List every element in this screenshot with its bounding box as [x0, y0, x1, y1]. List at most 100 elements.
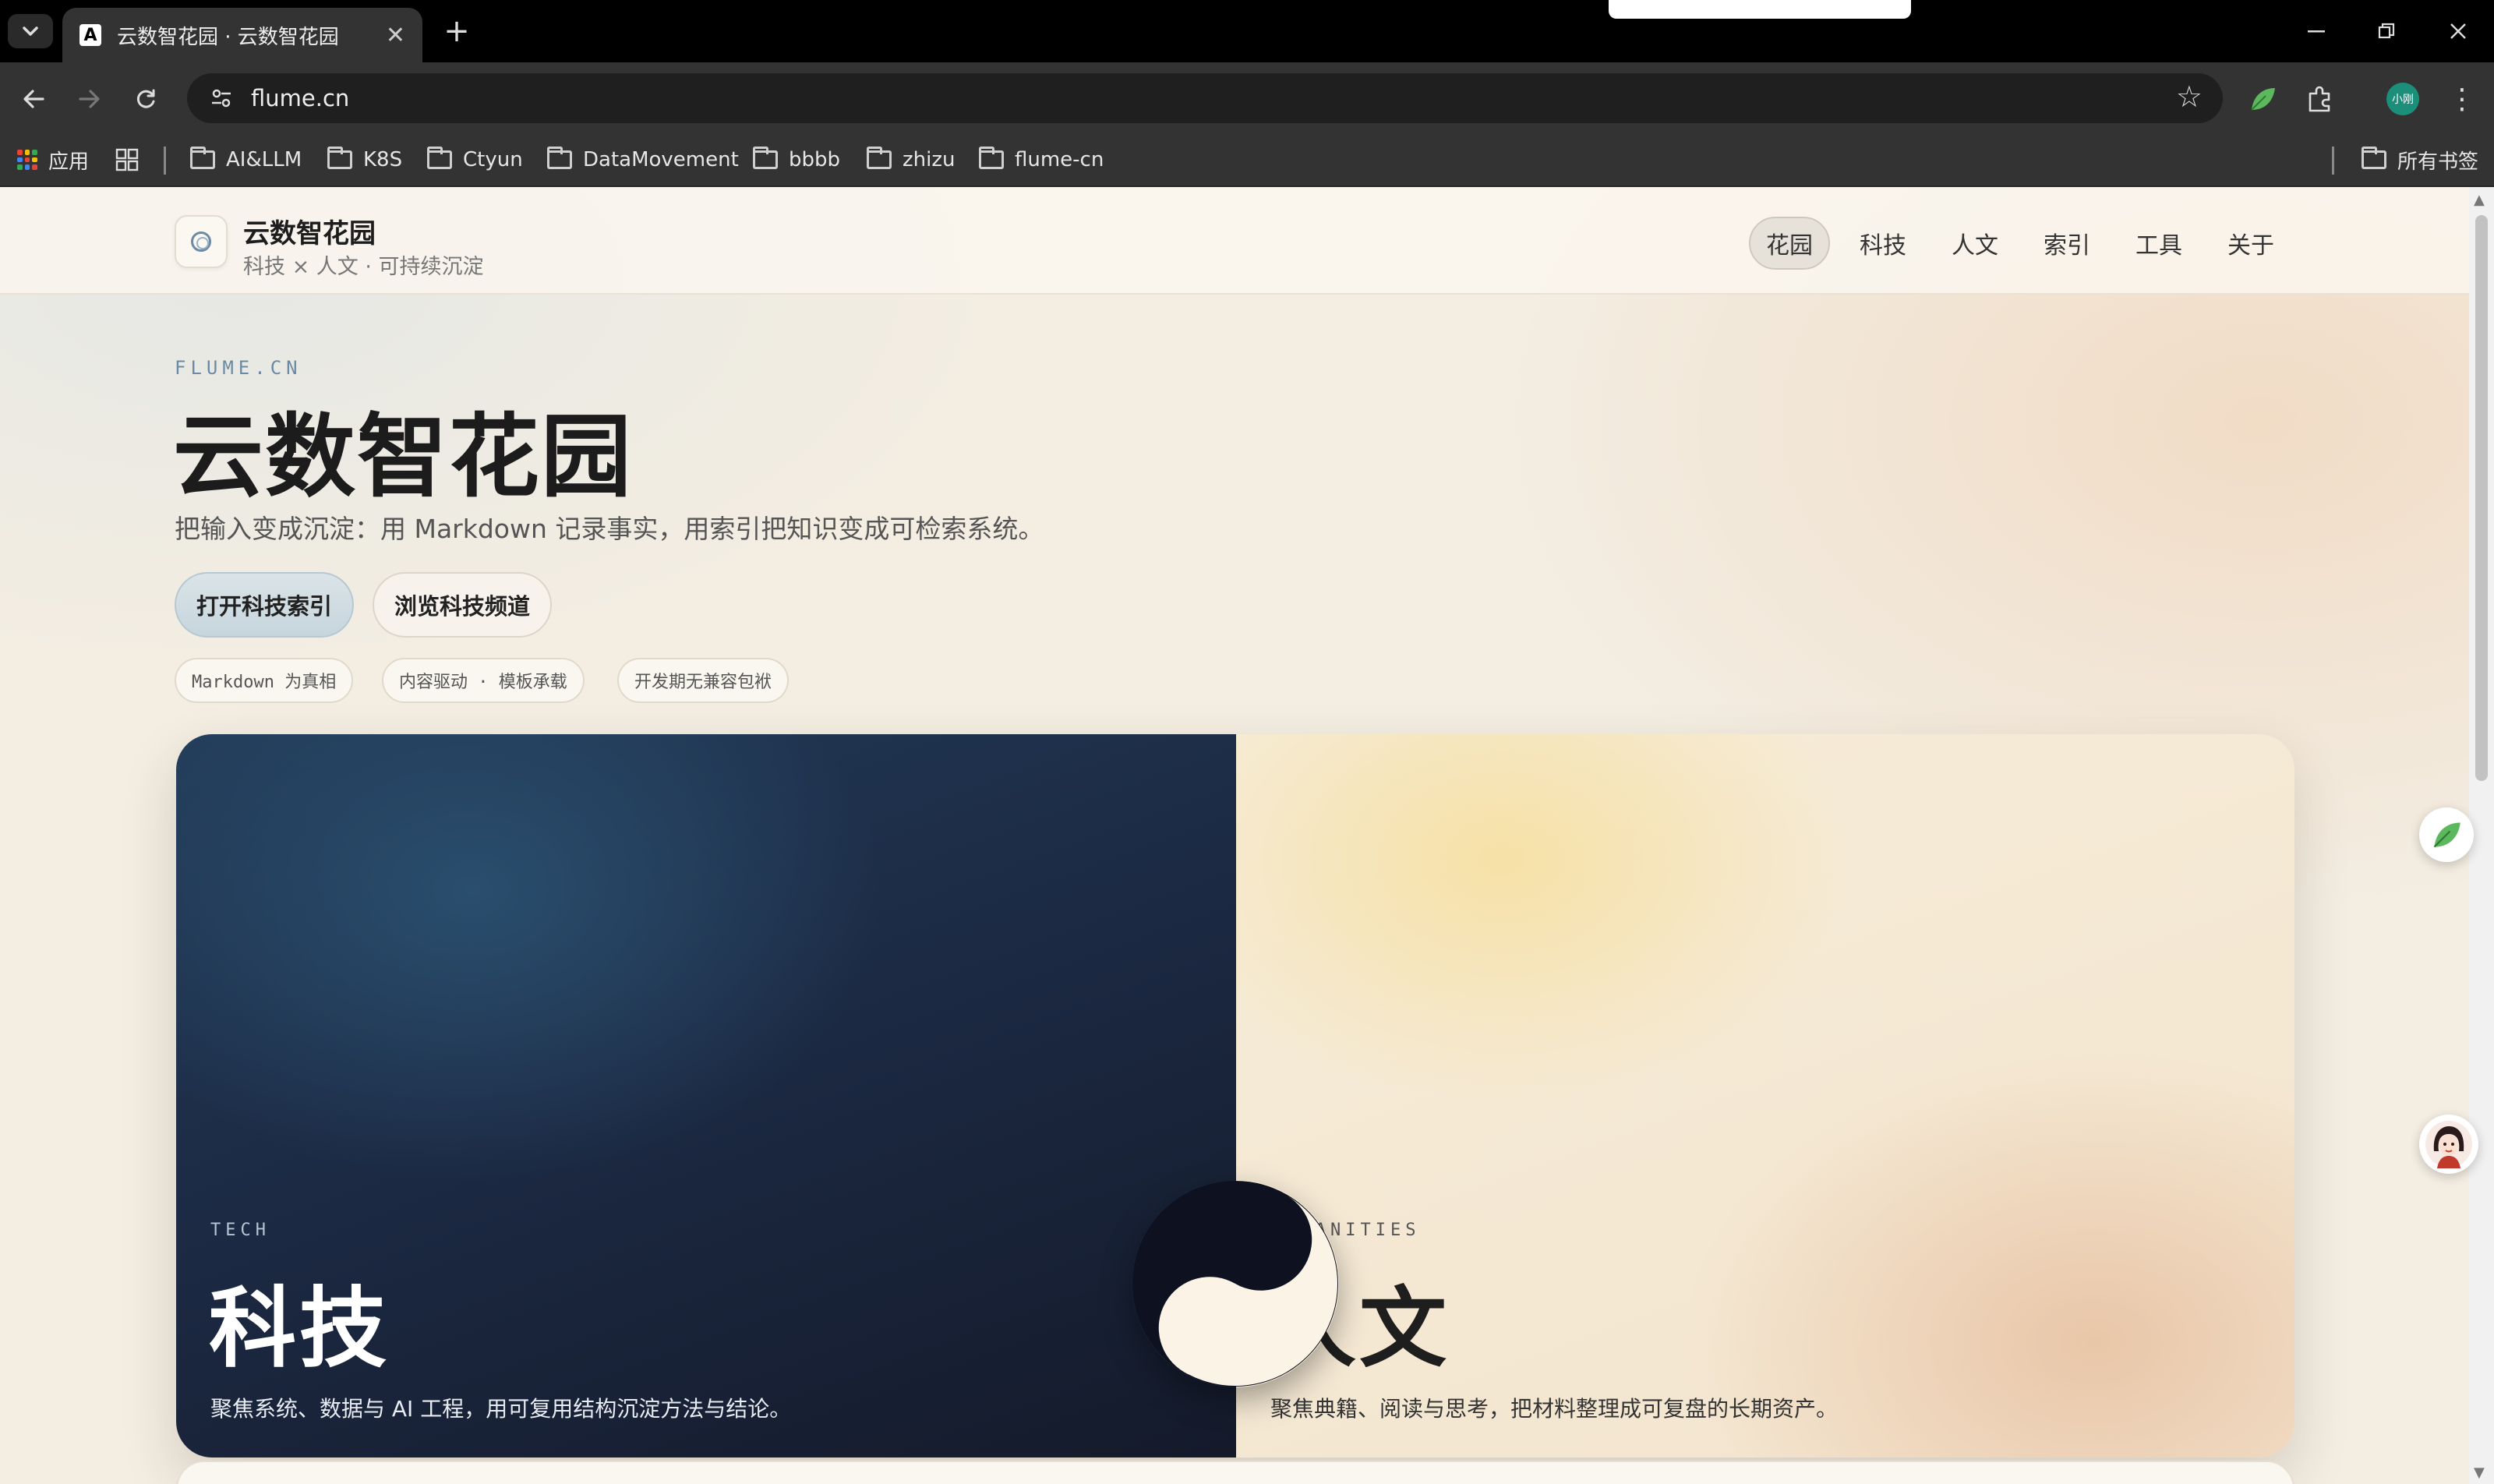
bookmark-folder-label: bbbb: [789, 148, 841, 171]
humanities-panel[interactable]: HUMANITIES 人文 聚焦典籍、阅读与思考，把材料整理成可复盘的长期资产。: [1236, 734, 2294, 1458]
new-tab-button[interactable]: +: [438, 12, 475, 50]
bookmarks-bar: 应用 AI&LLM K8S Ctyun DataMovement bbbb zh…: [0, 132, 2494, 187]
site-logo[interactable]: [175, 215, 228, 268]
reload-button[interactable]: [126, 80, 165, 118]
hero-title: 云数智花园: [173, 405, 633, 510]
apps-grid-icon: [17, 150, 37, 170]
close-icon: [2450, 23, 2466, 39]
reload-icon: [136, 89, 155, 108]
site-tagline: 科技 × 人文 · 可持续沉淀: [243, 255, 484, 279]
bookmark-folder-zhizu[interactable]: zhizu: [867, 143, 955, 176]
tech-title: 科技: [209, 1278, 390, 1380]
next-section-card: [176, 1461, 2294, 1484]
browser-toolbar: flume.cn ☆ 小刚 ⋮: [0, 62, 2494, 132]
humanities-description: 聚焦典籍、阅读与思考，把材料整理成可复盘的长期资产。: [1270, 1396, 1839, 1422]
address-bar[interactable]: flume.cn ☆: [187, 73, 2223, 123]
site-name[interactable]: 云数智花园: [243, 212, 376, 250]
feature-chip: Markdown 为真相: [175, 658, 354, 703]
close-window-button[interactable]: [2435, 14, 2482, 48]
nav-item-tech[interactable]: 科技: [1844, 217, 1922, 270]
all-bookmarks-label: 所有书签: [2397, 150, 2479, 174]
site-header: 云数智花园 科技 × 人文 · 可持续沉淀 花园 科技 人文 索引 工具 关于: [0, 187, 2469, 295]
bookmark-folder-label: DataMovement: [583, 148, 739, 171]
leaf-icon: [2251, 88, 2275, 111]
leaf-extension-button[interactable]: [2243, 80, 2282, 118]
bookmark-folder-bbbb[interactable]: bbbb: [753, 143, 840, 176]
nav-item-tools[interactable]: 工具: [2120, 217, 2198, 270]
close-tab-icon[interactable]: ✕: [386, 22, 405, 49]
open-tech-index-button[interactable]: 打开科技索引: [175, 572, 354, 638]
minimize-button[interactable]: [2293, 14, 2340, 48]
browser-tab-active[interactable]: A 云数智花园 · 云数智花园 ✕: [62, 8, 422, 62]
folder-icon: [753, 147, 778, 169]
floating-leaf-button[interactable]: [2419, 807, 2474, 862]
popup-strip: [1609, 0, 1911, 19]
bookmark-folder-flume-cn[interactable]: flume-cn: [979, 143, 1104, 176]
grid-icon: [115, 148, 139, 171]
apps-label: 应用: [48, 150, 90, 174]
scroll-up-icon[interactable]: ▲: [2474, 192, 2485, 208]
profile-avatar[interactable]: 小刚: [2386, 83, 2419, 115]
tech-description: 聚焦系统、数据与 AI 工程，用可复用结构沉淀方法与结论。: [210, 1396, 792, 1422]
minimize-icon: [2308, 30, 2325, 33]
tab-title: 云数智花园 · 云数智花园: [117, 25, 339, 49]
site-favicon: A: [79, 24, 101, 46]
bookmark-folder-datamovement[interactable]: DataMovement: [547, 143, 739, 176]
bookmark-folder-ai-llm[interactable]: AI&LLM: [190, 143, 302, 176]
bookmark-folder-label: K8S: [363, 148, 403, 171]
more-vertical-icon[interactable]: ⋮: [2443, 80, 2482, 118]
tab-list-button[interactable]: [8, 14, 53, 48]
tune-icon[interactable]: [203, 80, 240, 117]
browser-tab-bar: A 云数智花园 · 云数智花园 ✕ +: [0, 0, 2494, 62]
scroll-down-icon[interactable]: ▼: [2474, 1465, 2485, 1481]
folder-icon: [327, 147, 352, 169]
hero-eyebrow: FLUME.CN: [175, 357, 302, 379]
folder-icon: [979, 147, 1004, 169]
bookmark-folder-k8s[interactable]: K8S: [327, 143, 402, 176]
feature-chip: 开发期无兼容包袱: [617, 658, 790, 703]
bookmark-folder-label: AI&LLM: [226, 148, 302, 171]
nav-item-humanities[interactable]: 人文: [1936, 217, 2014, 270]
bookmark-folder-label: flume-cn: [1015, 148, 1104, 171]
tech-panel[interactable]: TECH 科技 聚焦系统、数据与 AI 工程，用可复用结构沉淀方法与结论。: [176, 734, 1236, 1458]
nav-item-garden[interactable]: 花园: [1749, 217, 1830, 270]
bookmark-separator: [164, 147, 166, 175]
star-icon[interactable]: ☆: [2176, 80, 2203, 114]
forward-button[interactable]: [70, 80, 109, 118]
scrollbar-thumb[interactable]: [2475, 215, 2488, 781]
folder-icon: [547, 147, 572, 169]
assistant-avatar-icon: [2425, 1121, 2472, 1168]
bookmark-folder-label: Ctyun: [463, 148, 523, 171]
bookmark-separator: [2332, 147, 2334, 175]
bookmark-folder-ctyun[interactable]: Ctyun: [427, 143, 523, 176]
arrow-left-icon: [23, 90, 44, 108]
ring-icon: [191, 231, 211, 252]
tech-eyebrow: TECH: [210, 1221, 270, 1240]
restore-button[interactable]: [2363, 14, 2410, 48]
puzzle-icon: [2309, 86, 2330, 112]
bookmark-folder-label: zhizu: [903, 148, 956, 171]
feature-chip: 内容驱动 · 模板承载: [382, 658, 585, 703]
arrow-right-icon: [79, 90, 100, 108]
url-text[interactable]: flume.cn: [251, 85, 349, 111]
back-button[interactable]: [14, 80, 53, 118]
nav-item-index[interactable]: 索引: [2028, 217, 2106, 270]
all-bookmarks-folder[interactable]: 所有书签: [2362, 143, 2478, 176]
leaf-icon: [2433, 822, 2460, 848]
extensions-button[interactable]: [2301, 80, 2340, 118]
hero-subtitle: 把输入变成沉淀：用 Markdown 记录事实，用索引把知识变成可检索系统。: [175, 514, 1044, 544]
folder-icon: [190, 147, 215, 169]
nav-item-about[interactable]: 关于: [2212, 217, 2290, 270]
folder-icon: [867, 147, 892, 169]
restore-icon: [2378, 23, 2395, 39]
folder-icon: [2362, 147, 2386, 169]
browse-tech-channel-button[interactable]: 浏览科技频道: [373, 572, 552, 638]
floating-assistant-avatar[interactable]: [2419, 1115, 2478, 1174]
yin-yang-icon: [1132, 1181, 1338, 1387]
folder-icon: [427, 147, 452, 169]
apps-bookmark[interactable]: 应用: [17, 143, 89, 176]
chevron-down-icon: [23, 26, 38, 36]
tab-groups-button[interactable]: [115, 143, 139, 176]
main-nav: 花园 科技 人文 索引 工具 关于: [1749, 217, 2290, 270]
page-viewport: 云数智花园 科技 × 人文 · 可持续沉淀 花园 科技 人文 索引 工具 关于 …: [0, 187, 2469, 1484]
